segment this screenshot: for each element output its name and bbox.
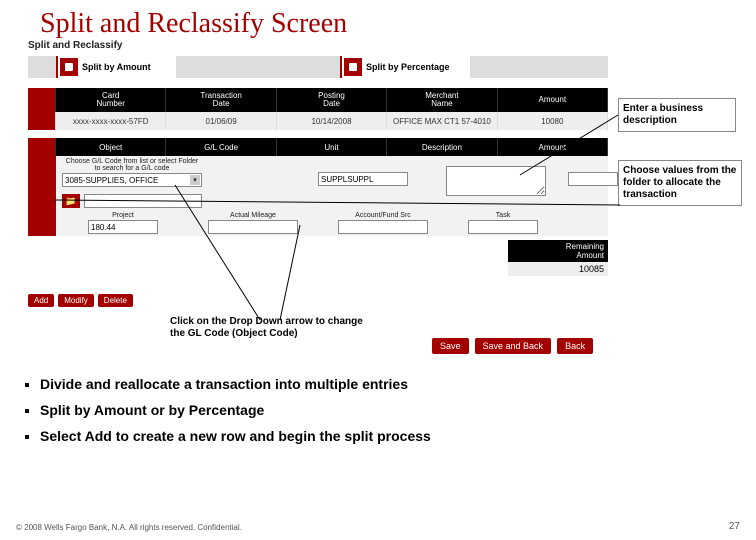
project-label: Project xyxy=(88,212,158,219)
remaining-amount-box: Remaining Amount 10085 xyxy=(508,240,608,276)
footer-copyright: © 2008 Wells Fargo Bank, N.A. All rights… xyxy=(16,523,242,532)
radio-icon xyxy=(344,58,362,76)
row-marker xyxy=(28,112,56,130)
split-amount-input[interactable] xyxy=(568,172,618,186)
slide-title: Split and Reclassify Screen xyxy=(40,8,347,40)
split-amount-field xyxy=(568,172,618,186)
transaction-data-row: xxxx-xxxx-xxxx-57FD 01/06/09 10/14/2008 … xyxy=(28,112,608,130)
delete-button[interactable]: Delete xyxy=(98,294,133,307)
bullet-item: Split by Amount or by Percentage xyxy=(40,402,431,418)
cell-amount: 10080 xyxy=(498,112,608,130)
row-marker xyxy=(28,88,56,112)
bullet-item: Divide and reallocate a transaction into… xyxy=(40,376,431,392)
tab-split-amount[interactable]: Split by Amount xyxy=(56,56,176,78)
bullet-item: Select Add to create a new row and begin… xyxy=(40,428,431,444)
col-unit: Unit xyxy=(277,138,387,156)
task-label: Task xyxy=(468,212,538,219)
row-action-buttons: Add Modify Delete xyxy=(28,294,133,307)
cell-card: xxxx-xxxx-xxxx-57FD xyxy=(56,112,166,130)
cell-posting: 10/14/2008 xyxy=(277,112,387,130)
row-marker-strip xyxy=(28,156,56,236)
remaining-value: 10085 xyxy=(508,262,608,276)
split-header-row: Object G/L Code Unit Description Amount xyxy=(28,138,608,156)
col-amount2: Amount xyxy=(498,138,608,156)
col-object: Object xyxy=(56,138,166,156)
col-trans: Transaction Date xyxy=(166,88,276,112)
cell-merchant: OFFICE MAX CT1 57-4010 xyxy=(387,112,497,130)
fundsource-label: Account/Fund Src xyxy=(338,212,428,219)
unit-input[interactable] xyxy=(318,172,408,186)
folder-search-input[interactable] xyxy=(84,194,202,208)
tab-bar: Split by Amount Split by Percentage xyxy=(28,56,608,78)
remaining-label: Remaining Amount xyxy=(508,240,608,262)
mileage-group: Actual Mileage xyxy=(208,212,298,234)
fundsource-input[interactable] xyxy=(338,220,428,234)
callout-folder: Choose values from the folder to allocat… xyxy=(618,160,742,206)
save-and-back-button[interactable]: Save and Back xyxy=(475,338,552,354)
radio-icon xyxy=(60,58,78,76)
unit-field xyxy=(318,172,408,186)
cell-trans: 01/06/09 xyxy=(166,112,276,130)
row-marker xyxy=(28,138,56,156)
split-form-area: Choose G/L Code from list or select Fold… xyxy=(28,156,608,236)
col-card: Card Number xyxy=(56,88,166,112)
col-desc: Description xyxy=(387,138,497,156)
description-field xyxy=(446,166,546,198)
fundsource-group: Account/Fund Src xyxy=(338,212,428,234)
folder-search-field xyxy=(84,194,202,208)
save-button[interactable]: Save xyxy=(432,338,469,354)
transaction-header-row: Card Number Transaction Date Posting Dat… xyxy=(28,88,608,112)
callout-dropdown: Click on the Drop Down arrow to change t… xyxy=(170,316,370,340)
page-number: 27 xyxy=(729,521,740,532)
callout-description: Enter a business description xyxy=(618,98,736,132)
col-glcode: G/L Code xyxy=(166,138,276,156)
mileage-label: Actual Mileage xyxy=(208,212,298,219)
col-merchant: Merchant Name xyxy=(387,88,497,112)
gl-code-select[interactable] xyxy=(62,173,202,187)
tab-label: Split by Percentage xyxy=(366,62,450,72)
task-input[interactable] xyxy=(468,220,538,234)
col-amount: Amount xyxy=(498,88,608,112)
mileage-input[interactable] xyxy=(208,220,298,234)
project-input[interactable] xyxy=(88,220,158,234)
modify-button[interactable]: Modify xyxy=(58,294,94,307)
section-subtitle: Split and Reclassify xyxy=(28,40,122,51)
save-button-row: Save Save and Back Back xyxy=(432,338,593,354)
add-button[interactable]: Add xyxy=(28,294,54,307)
gl-code-field: Choose G/L Code from list or select Fold… xyxy=(62,158,202,187)
tab-label: Split by Amount xyxy=(82,62,151,72)
project-group: Project xyxy=(88,212,158,234)
back-button[interactable]: Back xyxy=(557,338,593,354)
task-group: Task xyxy=(468,212,538,234)
gl-code-label: Choose G/L Code from list or select Fold… xyxy=(62,158,202,172)
tab-split-percentage[interactable]: Split by Percentage xyxy=(340,56,470,78)
bullet-list: Divide and reallocate a transaction into… xyxy=(24,376,431,454)
folder-icon: 📁 xyxy=(65,196,76,207)
callout-connector-lines xyxy=(0,0,756,540)
description-textarea[interactable] xyxy=(446,166,546,196)
col-posting: Posting Date xyxy=(277,88,387,112)
